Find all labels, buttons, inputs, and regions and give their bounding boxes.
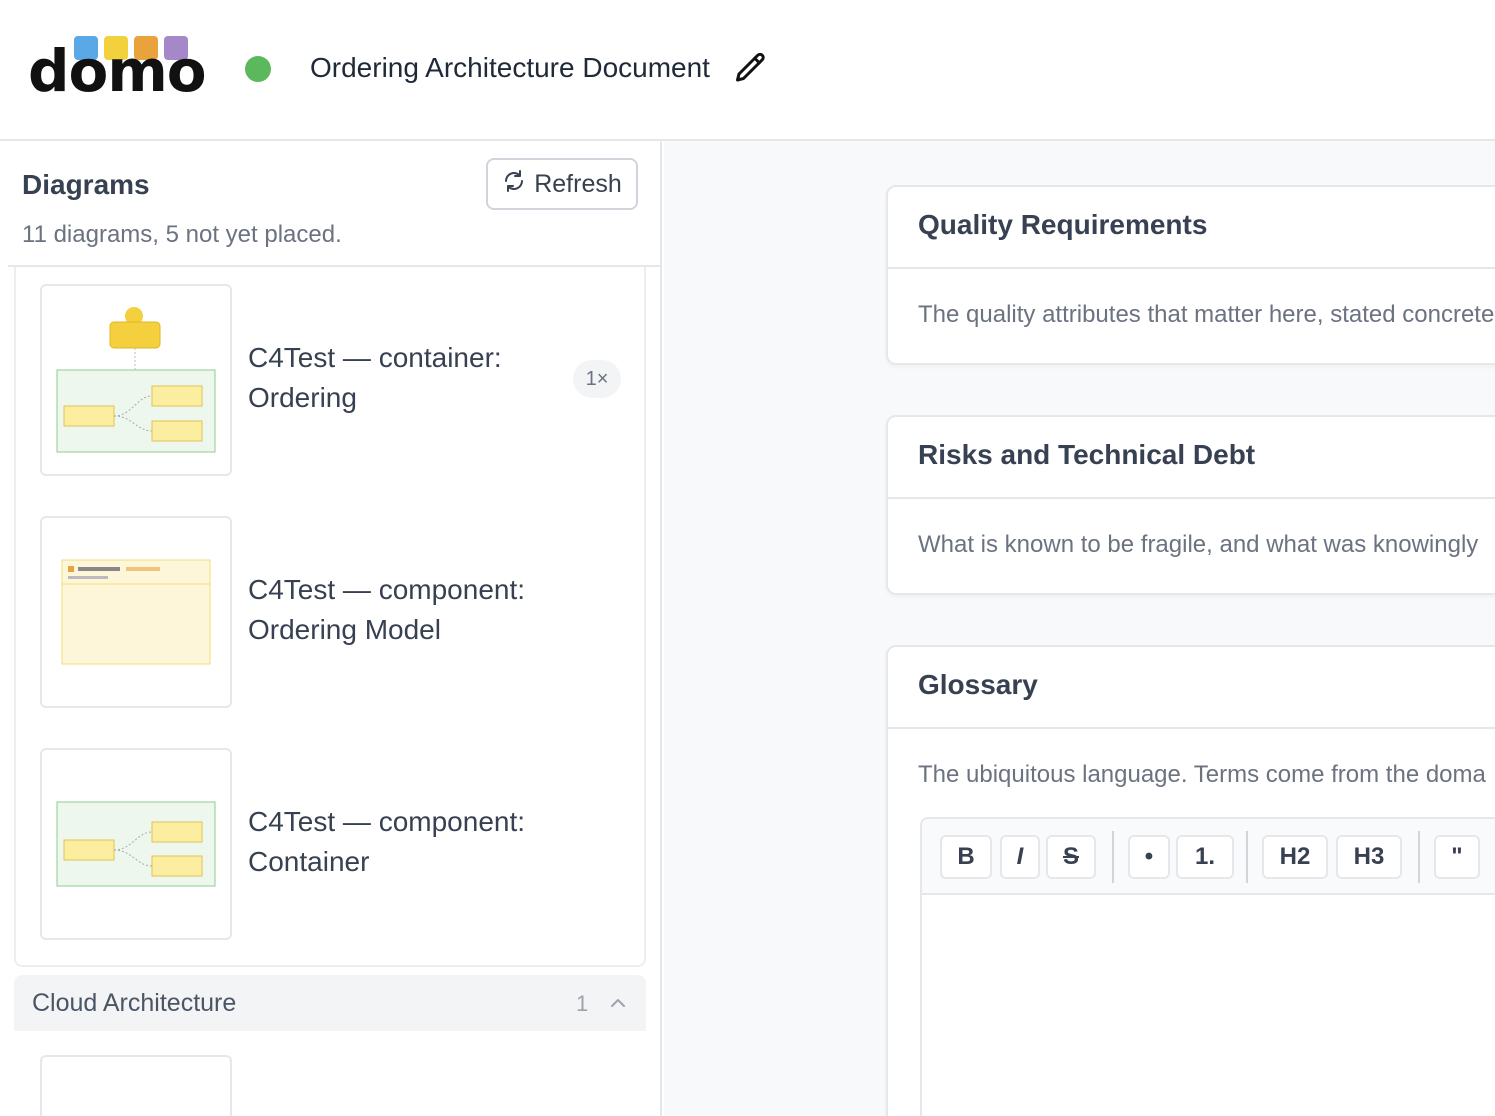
section-description: The quality attributes that matter here,… (918, 301, 1495, 328)
section-title: Quality Requirements (888, 187, 1495, 269)
refresh-button[interactable]: Refresh (486, 158, 638, 210)
group-count: 1 (576, 991, 589, 1016)
heading-2-button[interactable]: H2 (1262, 835, 1328, 879)
diagram-item[interactable]: C4Test — component: Container (40, 748, 620, 940)
status-indicator (245, 56, 271, 82)
app-header: domo Ordering Architecture Document (0, 0, 1495, 141)
diagram-item[interactable]: C4Test — container: Ordering 1× (40, 284, 621, 476)
diagram-label: C4Test — component: Ordering Model (248, 574, 526, 645)
heading-3-button[interactable]: H3 (1336, 835, 1402, 879)
diagram-label: C4Test — container: Ordering (248, 342, 502, 413)
refresh-icon (502, 169, 526, 200)
section-title: Glossary (888, 647, 1495, 729)
toolbar-divider (1112, 831, 1114, 883)
toolbar-divider (1246, 831, 1248, 883)
strikethrough-button[interactable]: S (1046, 835, 1096, 879)
quote-button[interactable]: " (1434, 835, 1480, 879)
section-card[interactable]: Risks and Technical Debt What is known t… (886, 415, 1495, 595)
usage-count-badge: 1× (573, 360, 621, 398)
diagram-item[interactable]: C4Test — component: Ordering Model (40, 516, 620, 708)
group-header-cloud-architecture[interactable]: Cloud Architecture 1 (14, 975, 646, 1031)
bold-button[interactable]: B (940, 835, 992, 879)
domo-logo[interactable]: domo (28, 34, 207, 106)
diagrams-sidebar: Diagrams 11 diagrams, 5 not yet placed. … (8, 141, 662, 1116)
sidebar-header: Diagrams 11 diagrams, 5 not yet placed. … (8, 141, 660, 267)
document-editor: Quality Requirements The quality attribu… (664, 141, 1495, 1116)
diagram-thumbnail[interactable] (40, 1055, 232, 1116)
diagram-thumbnail[interactable] (40, 516, 232, 708)
diagram-thumbnail[interactable] (40, 748, 232, 940)
section-description: What is known to be fragile, and what wa… (918, 531, 1479, 558)
section-title: Risks and Technical Debt (888, 417, 1495, 499)
bullet-list-button[interactable]: • (1128, 835, 1170, 879)
section-card[interactable]: Glossary The ubiquitous language. Terms … (886, 645, 1495, 1116)
chevron-up-icon[interactable] (608, 993, 628, 1013)
refresh-label: Refresh (534, 169, 622, 198)
toolbar-divider (1418, 831, 1420, 883)
ordered-list-button[interactable]: 1. (1176, 835, 1234, 879)
formatting-toolbar: B I S • 1. H2 H3 " (922, 819, 1495, 895)
sidebar-subtitle: 11 diagrams, 5 not yet placed. (22, 221, 342, 248)
logo-wordmark: domo (28, 37, 207, 105)
document-title: Ordering Architecture Document (310, 52, 710, 83)
diagram-thumbnail[interactable] (40, 284, 232, 476)
sidebar-title: Diagrams (22, 169, 150, 200)
group-name: Cloud Architecture (32, 989, 237, 1017)
pencil-icon[interactable] (733, 50, 769, 86)
diagram-group: C4Test — container: Ordering 1× C4Test —… (14, 267, 646, 967)
rich-text-editor[interactable]: B I S • 1. H2 H3 " (920, 817, 1495, 1116)
section-card[interactable]: Quality Requirements The quality attribu… (886, 185, 1495, 365)
italic-button[interactable]: I (1000, 835, 1040, 879)
section-description: The ubiquitous language. Terms come from… (918, 761, 1486, 788)
diagram-label: C4Test — component: Container (248, 806, 526, 877)
